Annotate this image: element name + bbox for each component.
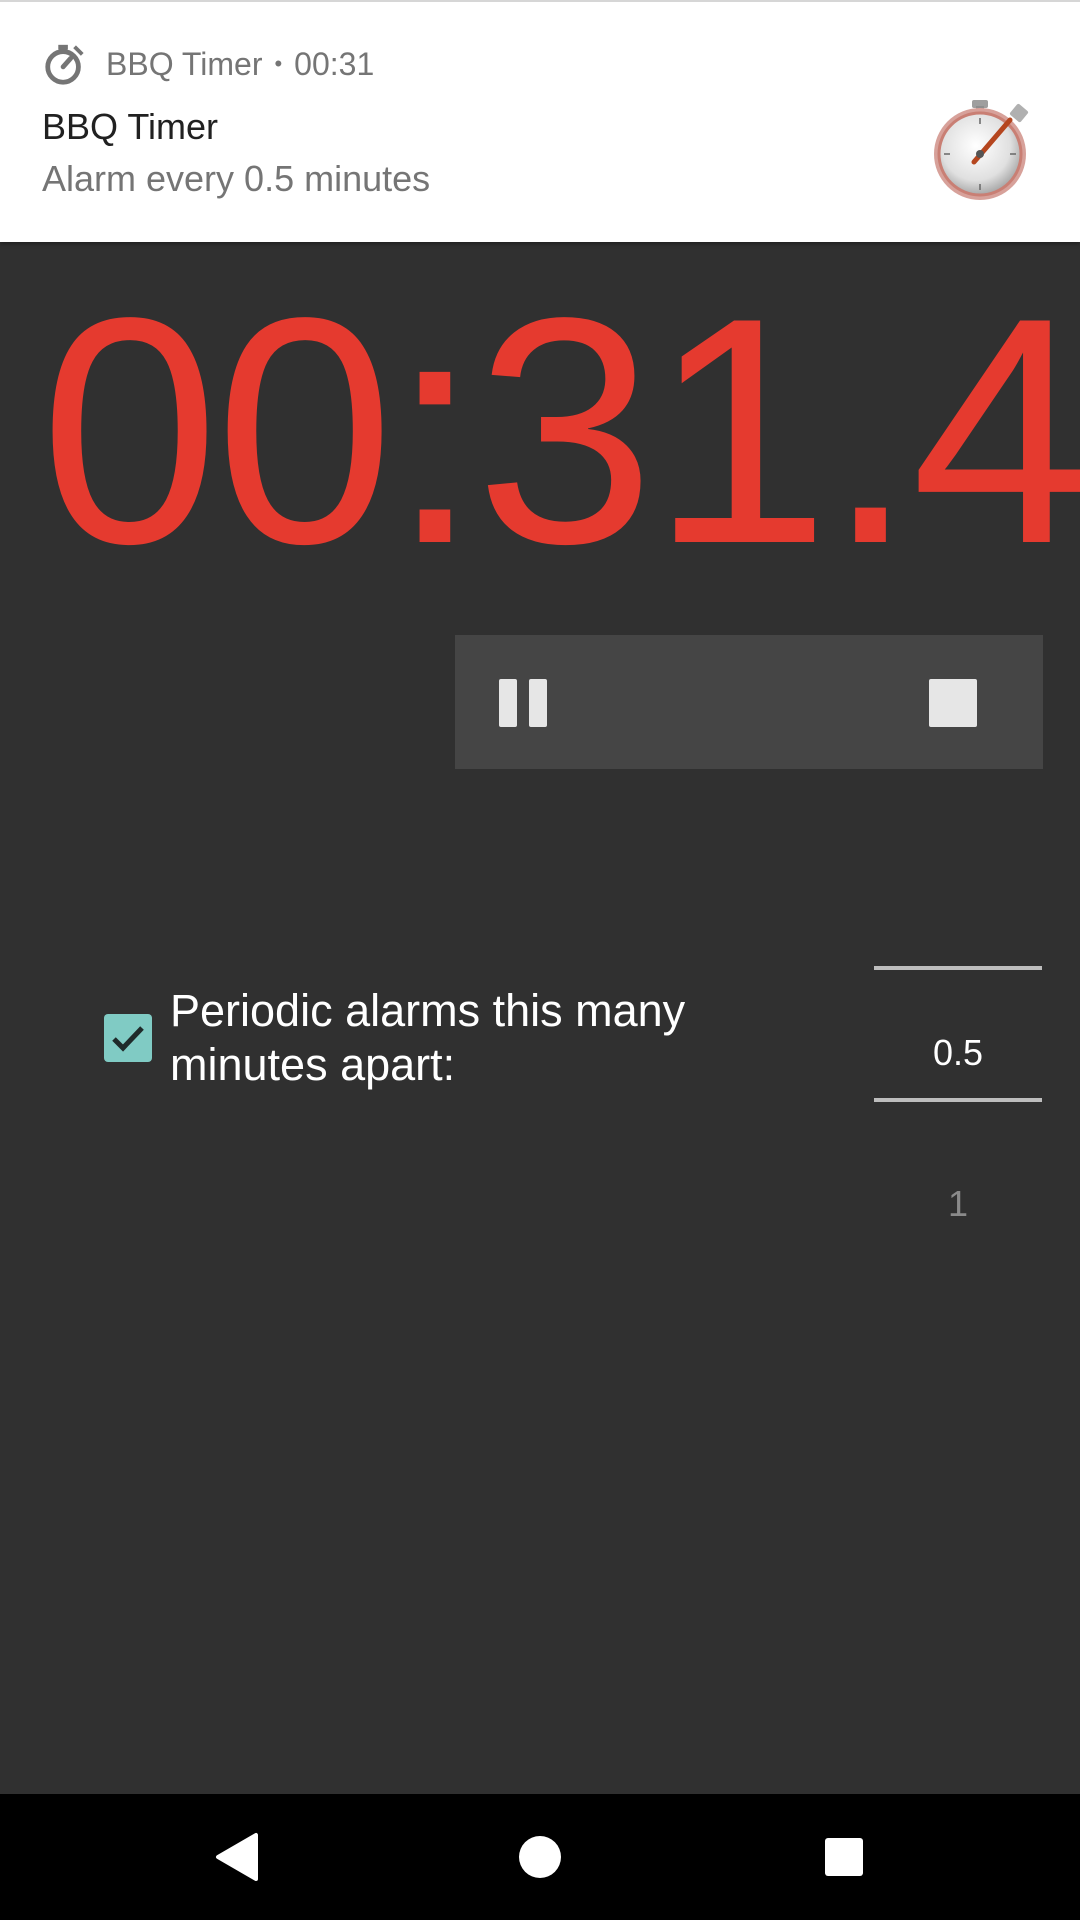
stop-button[interactable] bbox=[921, 671, 985, 735]
picker-next-value[interactable]: 1 bbox=[874, 1172, 1042, 1236]
notification-separator: • bbox=[274, 51, 283, 76]
home-circle-icon bbox=[519, 1836, 561, 1878]
stop-icon bbox=[929, 679, 977, 727]
periodic-alarms-label[interactable]: Periodic alarms this many minutes apart: bbox=[170, 984, 770, 1092]
stopwatch-icon bbox=[45, 44, 84, 85]
picker-bottom-divider bbox=[874, 1098, 1042, 1102]
back-button[interactable] bbox=[196, 1817, 276, 1897]
recents-button[interactable] bbox=[804, 1817, 884, 1897]
minutes-number-picker[interactable]: 0.5 1 bbox=[874, 966, 1042, 1246]
screen: BBQ Timer • 00:31 BBQ Timer Alarm every … bbox=[0, 0, 1080, 1920]
home-button[interactable] bbox=[500, 1817, 580, 1897]
picker-selected-value[interactable]: 0.5 bbox=[874, 1021, 1042, 1085]
periodic-alarms-row: Periodic alarms this many minutes apart: bbox=[104, 984, 804, 1092]
notification-card[interactable]: BBQ Timer • 00:31 BBQ Timer Alarm every … bbox=[0, 0, 1080, 242]
notification-app-name: BBQ Timer bbox=[106, 45, 263, 82]
timer-controls bbox=[455, 635, 1043, 769]
timer-display: 00:31.4 bbox=[40, 252, 1080, 611]
pause-icon bbox=[499, 679, 517, 727]
stopwatch-app-icon bbox=[934, 100, 1029, 200]
recents-square-icon bbox=[825, 1838, 863, 1876]
notification-text: Alarm every 0.5 minutes bbox=[42, 158, 431, 199]
navigation-bar bbox=[0, 1794, 1080, 1920]
pause-button[interactable] bbox=[499, 671, 563, 735]
back-triangle-icon bbox=[216, 1833, 258, 1881]
notification-title: BBQ Timer bbox=[42, 106, 219, 147]
pause-icon-bar bbox=[529, 679, 547, 727]
picker-top-divider bbox=[874, 966, 1042, 970]
periodic-alarms-checkbox[interactable] bbox=[104, 1014, 152, 1062]
notification-time: 00:31 bbox=[294, 45, 375, 82]
checkmark-icon bbox=[112, 1026, 144, 1052]
notification-header: BBQ Timer • 00:31 bbox=[42, 40, 374, 88]
